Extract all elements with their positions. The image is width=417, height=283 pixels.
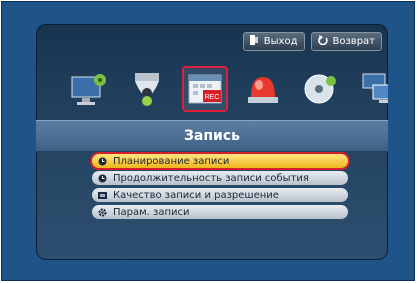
alarm-icon[interactable] — [240, 66, 286, 112]
back-label: Возврат — [332, 36, 376, 47]
quality-icon — [98, 191, 107, 200]
menu-item-record-settings[interactable]: Парам. записи — [92, 205, 348, 219]
clock-icon — [98, 157, 107, 166]
top-bar: Выход Возврат — [242, 32, 382, 51]
category-toolbar: REC — [66, 66, 388, 112]
exit-icon — [249, 35, 259, 48]
return-icon — [317, 35, 328, 48]
monitor-settings-icon[interactable] — [66, 66, 112, 112]
screen-frame: Выход Возврат REC Запись Планирование за… — [1, 1, 415, 281]
back-button[interactable]: Возврат — [310, 32, 382, 51]
camera-dome-icon[interactable] — [124, 66, 170, 112]
exit-button[interactable]: Выход — [242, 32, 305, 51]
record-menu: Планирование записи Продолжительность за… — [92, 154, 348, 219]
menu-panel: Выход Возврат REC Запись Планирование за… — [36, 24, 388, 260]
clock-icon — [98, 174, 107, 183]
menu-item-label: Продолжительность записи события — [113, 172, 309, 184]
section-title: Запись — [36, 120, 388, 152]
menu-item-label: Качество записи и разрешение — [113, 189, 279, 201]
exit-label: Выход — [263, 36, 298, 47]
gear-icon — [98, 208, 107, 217]
menu-item-label: Парам. записи — [113, 206, 190, 218]
network-icon[interactable] — [356, 66, 388, 112]
menu-item-event-duration[interactable]: Продолжительность записи события — [92, 171, 348, 185]
menu-item-label: Планирование записи — [113, 155, 230, 167]
record-calendar-icon[interactable]: REC — [182, 66, 228, 112]
menu-item-quality[interactable]: Качество записи и разрешение — [92, 188, 348, 202]
disc-backup-icon[interactable] — [298, 66, 344, 112]
menu-item-schedule[interactable]: Планирование записи — [92, 154, 348, 168]
rec-badge: REC — [205, 94, 220, 101]
